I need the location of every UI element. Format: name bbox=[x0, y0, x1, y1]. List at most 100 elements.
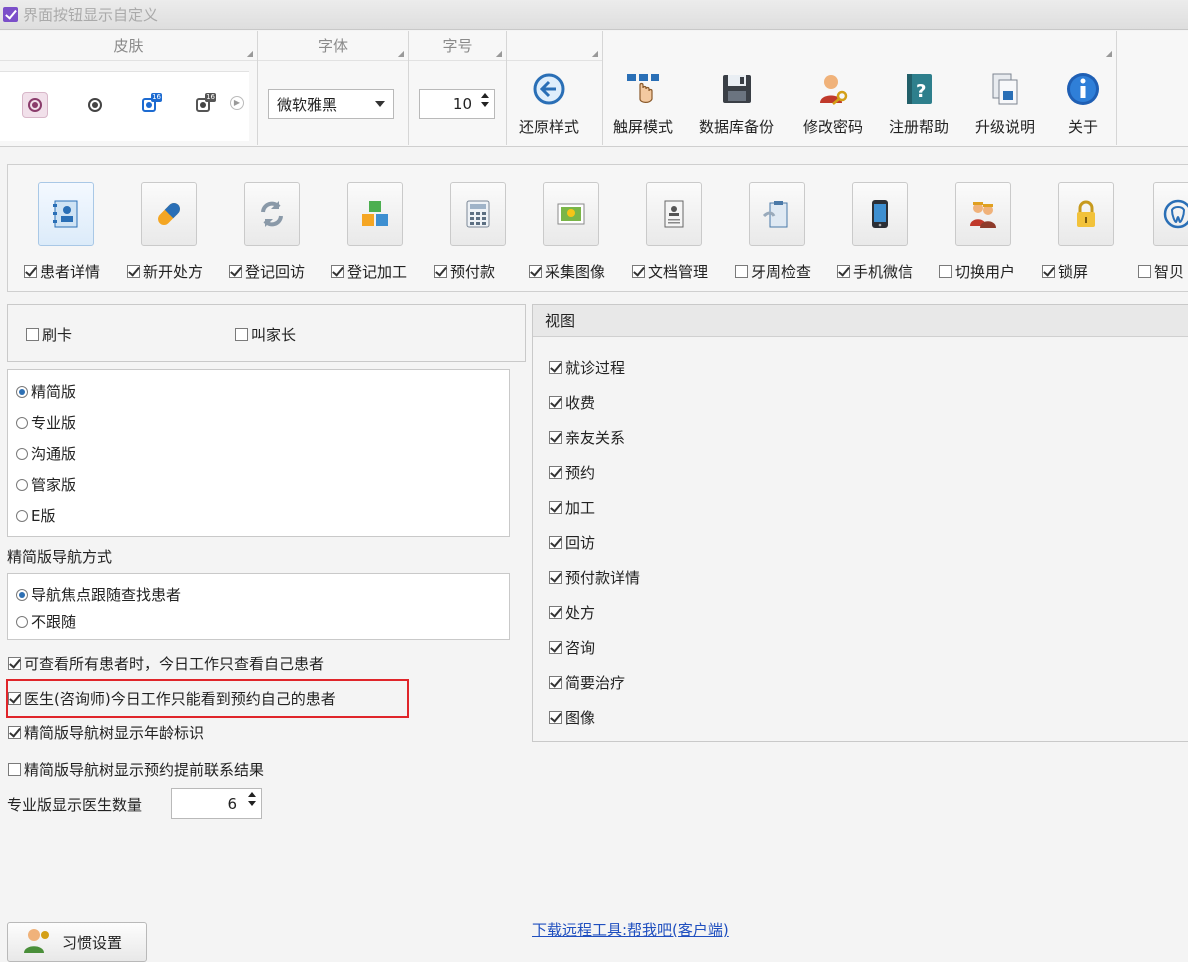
checkbox-icon[interactable] bbox=[26, 328, 39, 341]
checkbox-icon[interactable] bbox=[529, 265, 542, 278]
group-launcher-icon[interactable]: ◢ bbox=[1106, 39, 1112, 69]
edition-option-communication[interactable]: 沟通版 bbox=[16, 443, 76, 464]
group-launcher-icon[interactable]: ◢ bbox=[592, 39, 598, 69]
new-prescription-tool[interactable] bbox=[141, 182, 197, 246]
checkbox-icon[interactable] bbox=[549, 536, 562, 549]
edition-option-butler[interactable]: 管家版 bbox=[16, 474, 76, 495]
group-launcher-icon[interactable]: ◢ bbox=[247, 39, 253, 69]
checkbox-icon[interactable] bbox=[549, 571, 562, 584]
radio-icon[interactable] bbox=[16, 509, 28, 522]
checkbox-icon[interactable] bbox=[331, 265, 344, 278]
switch-user-tool[interactable] bbox=[955, 182, 1011, 246]
show-age-tag-checkbox[interactable]: 精简版导航树显示年龄标识 bbox=[8, 722, 204, 743]
skin-option-purple[interactable] bbox=[22, 92, 48, 118]
toolbar-check-processing[interactable]: 登记加工 bbox=[331, 261, 407, 282]
toolbar-check-periodontal[interactable]: 牙周检查 bbox=[735, 261, 811, 282]
checkbox-icon[interactable] bbox=[837, 265, 850, 278]
group-launcher-icon[interactable]: ◢ bbox=[496, 39, 502, 69]
restore-style-button[interactable]: 还原样式 bbox=[519, 67, 579, 143]
title-checkbox-icon[interactable] bbox=[3, 7, 18, 22]
radio-icon[interactable] bbox=[16, 478, 28, 491]
checkbox-icon[interactable] bbox=[24, 265, 37, 278]
chevron-down-icon[interactable] bbox=[375, 101, 385, 107]
toolbar-check-patient-detail[interactable]: 患者详情 bbox=[24, 261, 100, 282]
zhibei-tool[interactable] bbox=[1153, 182, 1188, 246]
skin-option-gray[interactable]: 16 bbox=[190, 92, 216, 118]
spin-up-icon[interactable] bbox=[481, 93, 489, 98]
checkbox-icon[interactable] bbox=[549, 641, 562, 654]
periodontal-check-tool[interactable] bbox=[749, 182, 805, 246]
toolbar-check-followup[interactable]: 登记回访 bbox=[229, 261, 305, 282]
patient-detail-tool[interactable] bbox=[38, 182, 94, 246]
checkbox-icon[interactable] bbox=[434, 265, 447, 278]
spin-down-icon[interactable] bbox=[481, 102, 489, 107]
touch-mode-button[interactable]: 触屏模式 bbox=[613, 67, 673, 143]
radio-icon[interactable] bbox=[16, 447, 28, 460]
view-item-prescription[interactable]: 处方 bbox=[549, 602, 595, 623]
toolbar-check-prepayment[interactable]: 预付款 bbox=[434, 261, 495, 282]
checkbox-icon[interactable] bbox=[632, 265, 645, 278]
toolbar-check-wechat[interactable]: 手机微信 bbox=[837, 261, 913, 282]
view-item-prepayment-detail[interactable]: 预付款详情 bbox=[549, 567, 640, 588]
checkbox-icon[interactable] bbox=[549, 396, 562, 409]
card-swipe-checkbox[interactable]: 刷卡 bbox=[26, 324, 72, 345]
radio-icon[interactable] bbox=[16, 615, 28, 628]
document-management-tool[interactable] bbox=[646, 182, 702, 246]
mobile-wechat-tool[interactable] bbox=[852, 182, 908, 246]
skin-option-dark[interactable] bbox=[82, 92, 108, 118]
view-item-image[interactable]: 图像 bbox=[549, 707, 595, 728]
radio-icon[interactable] bbox=[16, 588, 28, 601]
toolbar-check-switch-user[interactable]: 切换用户 bbox=[939, 261, 1015, 282]
upgrade-notes-button[interactable]: 升级说明 bbox=[975, 67, 1035, 143]
habit-settings-button[interactable]: 习惯设置 bbox=[7, 922, 147, 962]
register-help-button[interactable]: ? 注册帮助 bbox=[889, 67, 949, 143]
view-item-relatives[interactable]: 亲友关系 bbox=[549, 427, 625, 448]
spin-down-icon[interactable] bbox=[248, 801, 256, 806]
change-password-button[interactable]: 修改密码 bbox=[803, 67, 863, 143]
checkbox-icon[interactable] bbox=[8, 726, 21, 739]
view-item-processing[interactable]: 加工 bbox=[549, 497, 595, 518]
toolbar-check-lock-screen[interactable]: 锁屏 bbox=[1042, 261, 1088, 282]
radio-icon[interactable] bbox=[16, 416, 28, 429]
checkbox-icon[interactable] bbox=[939, 265, 952, 278]
checkbox-icon[interactable] bbox=[549, 466, 562, 479]
checkbox-icon[interactable] bbox=[735, 265, 748, 278]
capture-image-tool[interactable] bbox=[543, 182, 599, 246]
checkbox-icon[interactable] bbox=[549, 676, 562, 689]
view-item-consultation[interactable]: 咨询 bbox=[549, 637, 595, 658]
register-processing-tool[interactable] bbox=[347, 182, 403, 246]
view-item-visit-process[interactable]: 就诊过程 bbox=[549, 357, 625, 378]
prepayment-tool[interactable] bbox=[450, 182, 506, 246]
view-item-charge[interactable]: 收费 bbox=[549, 392, 595, 413]
checkbox-icon[interactable] bbox=[549, 711, 562, 724]
radio-icon[interactable] bbox=[16, 385, 28, 398]
checkbox-icon[interactable] bbox=[549, 606, 562, 619]
group-launcher-icon[interactable]: ◢ bbox=[398, 39, 404, 69]
lock-screen-tool[interactable] bbox=[1058, 182, 1114, 246]
font-size-stepper[interactable]: 10 bbox=[419, 89, 495, 119]
toolbar-check-documents[interactable]: 文档管理 bbox=[632, 261, 708, 282]
checkbox-icon[interactable] bbox=[8, 657, 21, 670]
checkbox-icon[interactable] bbox=[235, 328, 248, 341]
register-followup-tool[interactable] bbox=[244, 182, 300, 246]
checkbox-icon[interactable] bbox=[229, 265, 242, 278]
checkbox-icon[interactable] bbox=[549, 361, 562, 374]
view-item-brief-treatment[interactable]: 简要治疗 bbox=[549, 672, 625, 693]
checkbox-icon[interactable] bbox=[127, 265, 140, 278]
toolbar-check-new-prescription[interactable]: 新开处方 bbox=[127, 261, 203, 282]
own-patients-only-checkbox[interactable]: 可查看所有患者时，今日工作只查看自己患者 bbox=[8, 653, 324, 674]
edition-option-e[interactable]: E版 bbox=[16, 505, 55, 526]
font-select[interactable]: 微软雅黑 bbox=[268, 89, 394, 119]
checkbox-icon[interactable] bbox=[1138, 265, 1151, 278]
database-backup-button[interactable]: 数据库备份 bbox=[699, 67, 774, 143]
checkbox-icon[interactable] bbox=[549, 431, 562, 444]
nav-mode-follow[interactable]: 导航焦点跟随查找患者 bbox=[16, 584, 181, 605]
toolbar-check-capture-image[interactable]: 采集图像 bbox=[529, 261, 605, 282]
view-item-appointment[interactable]: 预约 bbox=[549, 462, 595, 483]
edition-option-pro[interactable]: 专业版 bbox=[16, 412, 76, 433]
gallery-next-icon[interactable]: ▶ bbox=[230, 96, 244, 110]
download-remote-tool-link[interactable]: 下载远程工具:帮我吧(客户端) bbox=[532, 919, 729, 940]
checkbox-icon[interactable] bbox=[1042, 265, 1055, 278]
toolbar-check-zhibei[interactable]: 智贝 bbox=[1138, 261, 1184, 282]
skin-option-blue[interactable]: 16 bbox=[136, 92, 162, 118]
